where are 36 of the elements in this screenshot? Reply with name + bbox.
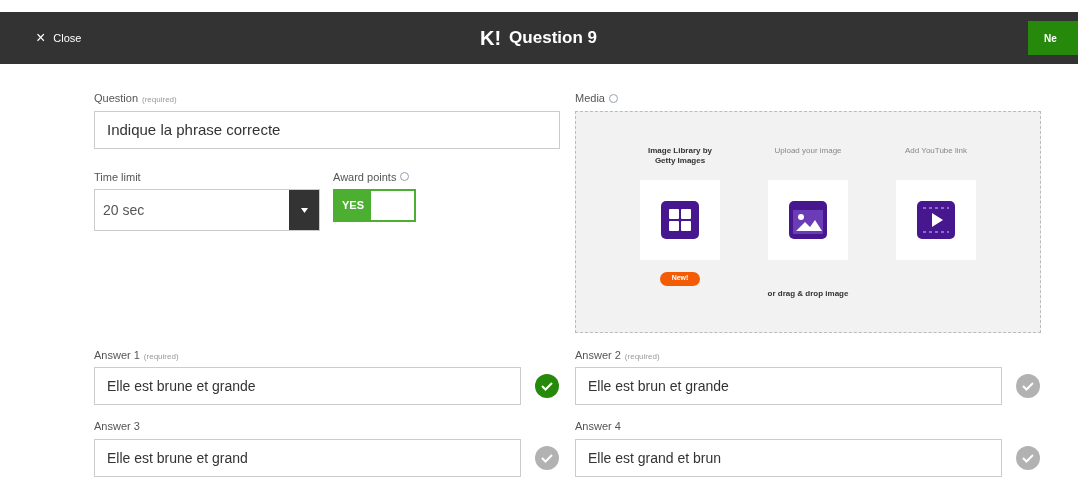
media-option[interactable] bbox=[768, 179, 848, 260]
question-field[interactable]: Indique la phrase correcte bbox=[94, 110, 560, 149]
media-option[interactable] bbox=[896, 179, 976, 260]
correct-toggle[interactable] bbox=[535, 374, 559, 398]
media-option-label: Upload your image bbox=[774, 145, 842, 157]
field-label: Answer 1 bbox=[94, 347, 140, 363]
next-button[interactable]: Ne bbox=[1028, 21, 1078, 55]
field-label: Question bbox=[94, 91, 139, 106]
answer-field[interactable]: Elle est grand et brun bbox=[575, 438, 1002, 477]
field-hint: (required) bbox=[624, 350, 660, 363]
field-label: Answer 2 bbox=[575, 347, 621, 363]
field-hint: (required) bbox=[142, 94, 177, 106]
logo: K! bbox=[480, 26, 502, 51]
drop-hint: or drag & drop image bbox=[767, 287, 849, 300]
field-label: Award points bbox=[333, 169, 397, 185]
page-title: Question 9 bbox=[509, 27, 597, 50]
answer-field[interactable]: Elle est brune et grande bbox=[94, 367, 521, 405]
field-label: Media bbox=[575, 91, 605, 106]
field-label: Time limit bbox=[94, 169, 141, 185]
grid-icon bbox=[661, 200, 699, 239]
field-hint: (required) bbox=[143, 350, 179, 363]
field-label: Answer 4 bbox=[575, 419, 621, 434]
media-option-label: Add YouTube link bbox=[905, 145, 967, 157]
correct-toggle[interactable] bbox=[1016, 374, 1040, 398]
media-option-label: Image Library by Getty Images bbox=[647, 145, 713, 167]
caret-icon bbox=[300, 207, 308, 213]
answer-field[interactable]: Elle est brun et grande bbox=[575, 367, 1002, 405]
media-option[interactable] bbox=[640, 179, 720, 260]
correct-toggle[interactable] bbox=[1016, 445, 1040, 470]
field-label: Answer 3 bbox=[94, 419, 140, 434]
image-icon bbox=[789, 200, 827, 239]
correct-toggle[interactable] bbox=[535, 445, 559, 470]
answer-field[interactable]: Elle est brune et grand bbox=[94, 438, 521, 477]
video-icon bbox=[917, 200, 955, 239]
time-limit-select[interactable]: 20 sec bbox=[94, 189, 320, 231]
close-button[interactable]: × Close bbox=[0, 29, 82, 47]
